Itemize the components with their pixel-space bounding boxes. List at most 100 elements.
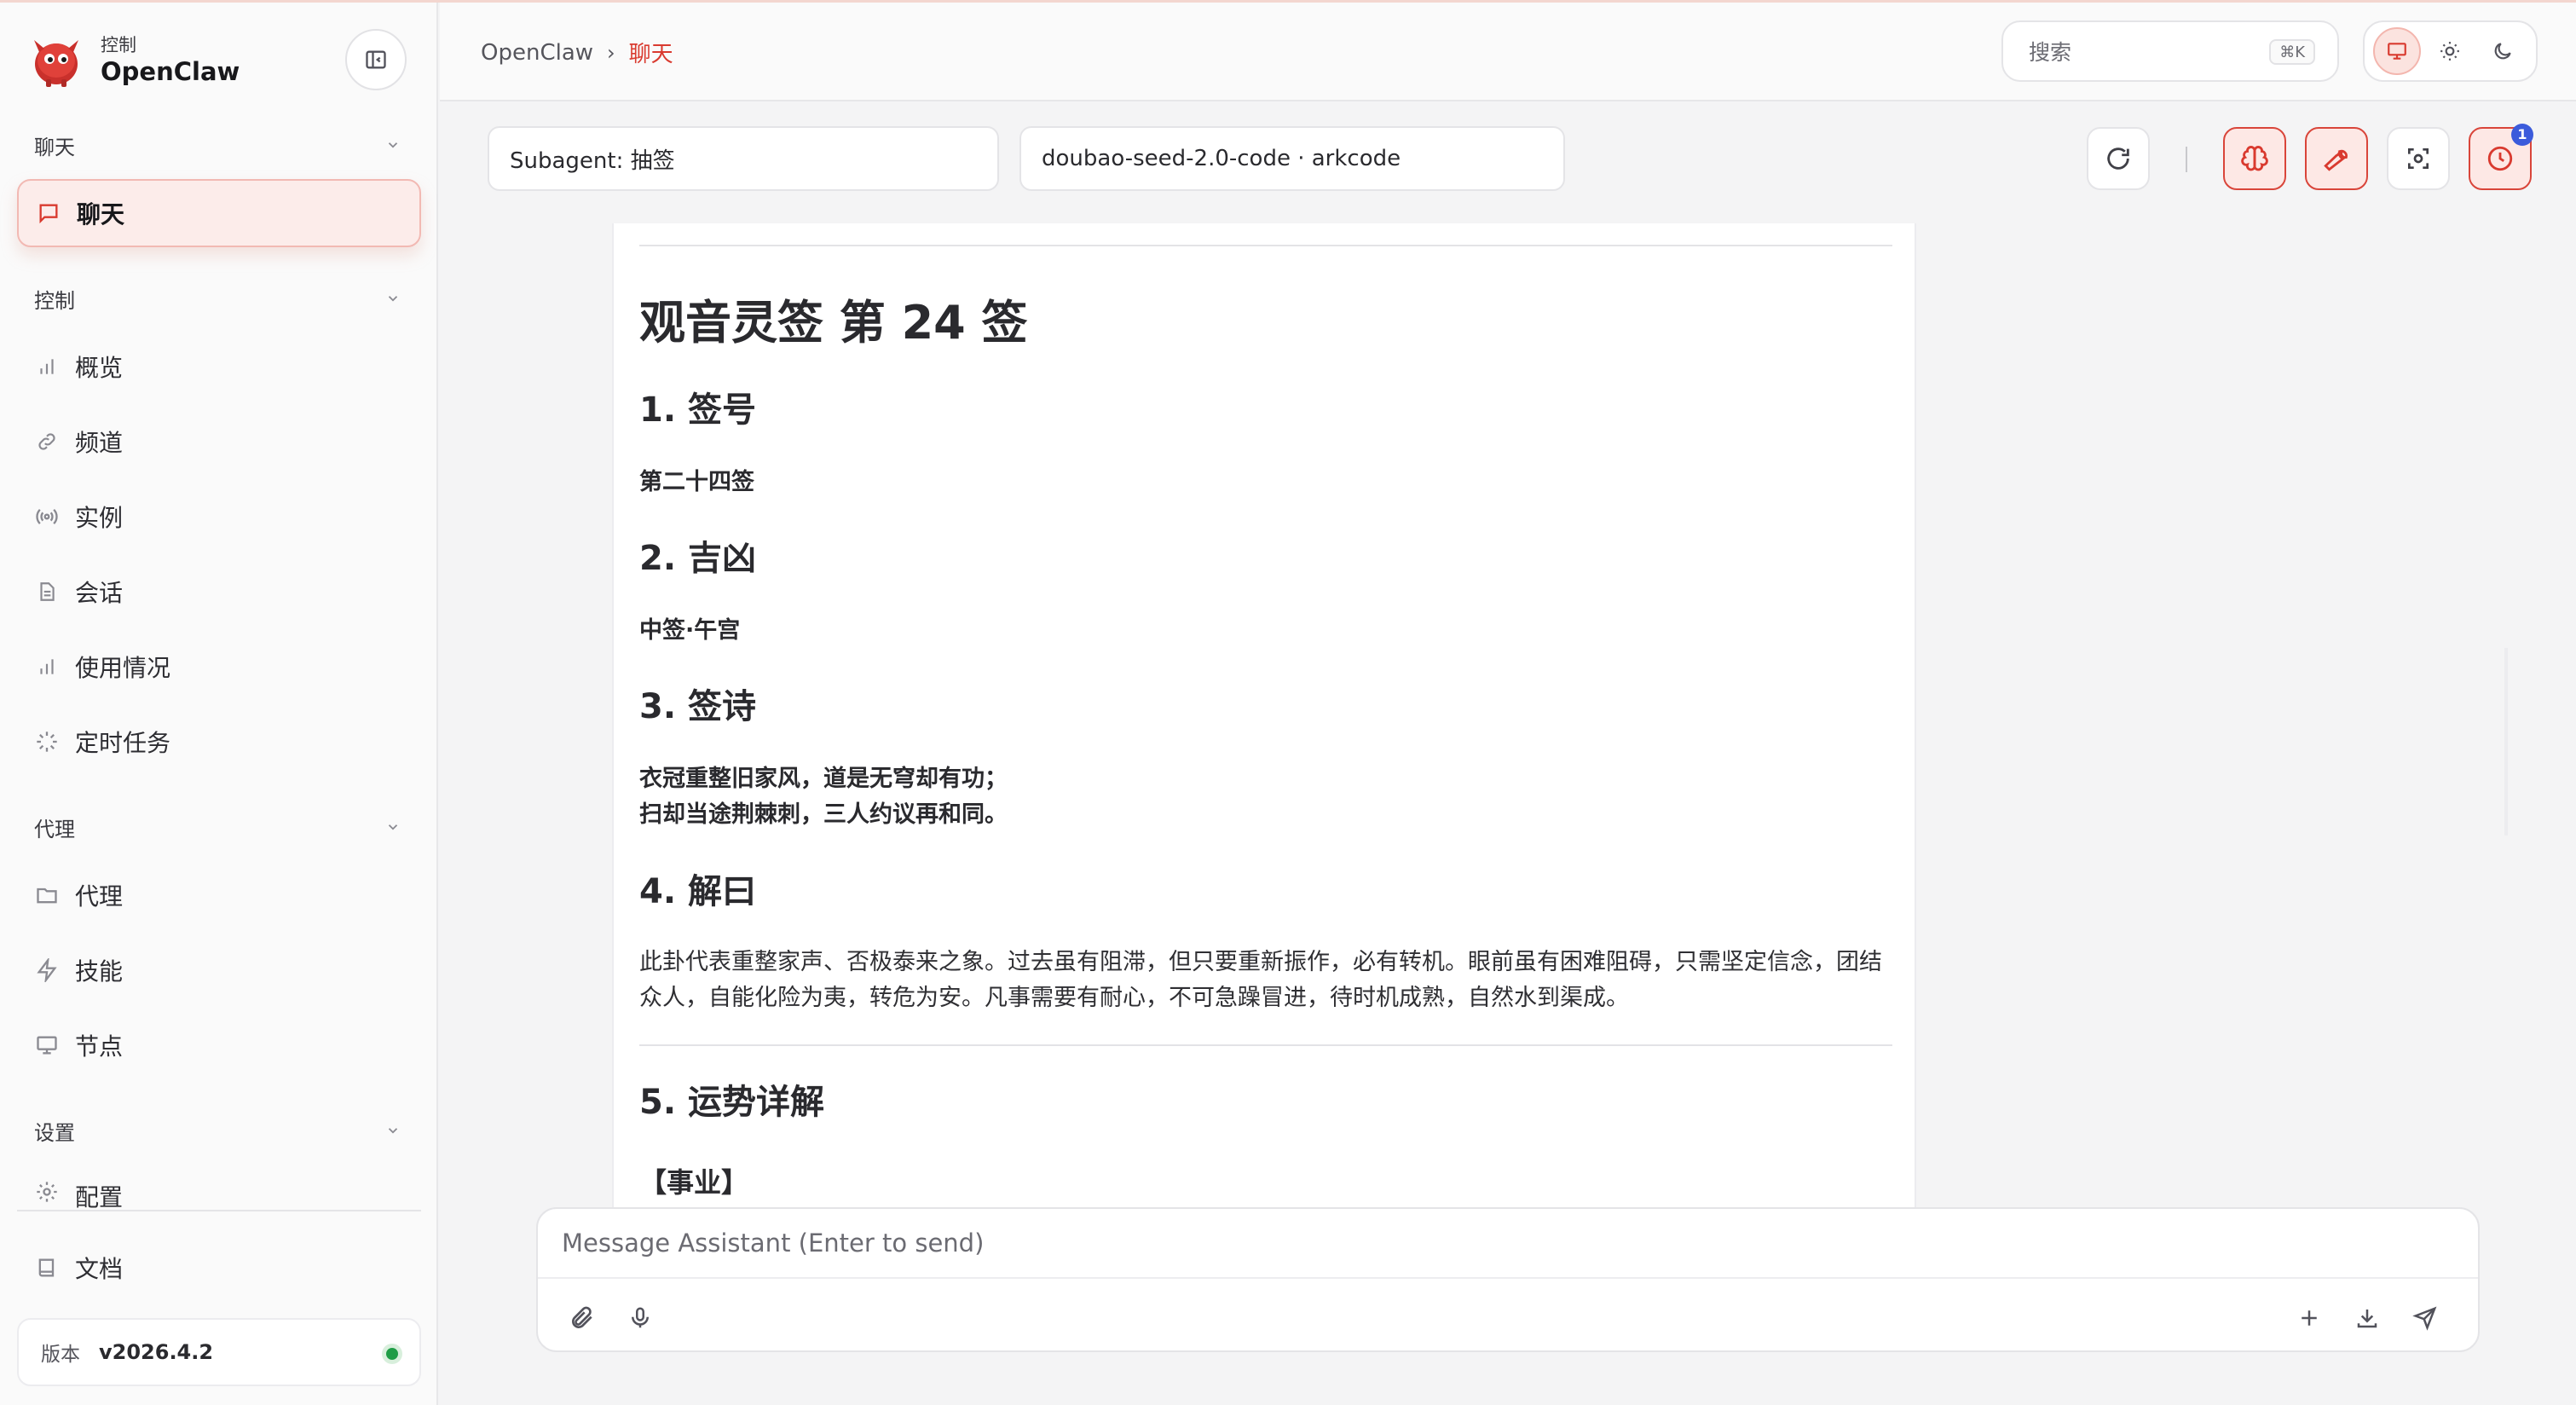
sidebar-item-label: 实例 <box>75 504 124 532</box>
refresh-icon <box>2107 147 2129 170</box>
sidebar-item-instances[interactable]: 实例 <box>17 483 421 551</box>
sidebar-item-usage[interactable]: 使用情况 <box>17 633 421 701</box>
microphone-icon <box>632 1307 649 1328</box>
focus-mode-button[interactable] <box>2387 127 2450 190</box>
agent-selector-value: Subagent: 抽签 <box>510 147 675 174</box>
wrench-icon <box>2324 149 2348 171</box>
model-selector-value: doubao-seed-2.0-code · arkcode <box>1042 146 1401 171</box>
sidebar-item-label: 会话 <box>75 579 124 607</box>
export-button[interactable] <box>2347 1298 2388 1339</box>
cron-jobs-button[interactable]: 1 <box>2469 124 2533 190</box>
folder-icon <box>34 882 60 908</box>
brand-subtitle: 控制 <box>101 35 136 55</box>
openclaw-logo-icon <box>34 40 78 87</box>
sidebar-item-channels[interactable]: 频道 <box>17 408 421 476</box>
sidebar-item-sessions[interactable]: 会话 <box>17 558 421 626</box>
tools-toggle-button[interactable] <box>2305 127 2368 190</box>
sidebar-item-label: 节点 <box>75 1032 124 1061</box>
sidebar-item-docs[interactable]: 文档 <box>17 1234 421 1302</box>
section-settings[interactable]: 设置 <box>34 1113 401 1148</box>
breadcrumb-separator: › <box>607 40 615 65</box>
breadcrumb-root[interactable]: OpenClaw <box>481 40 593 66</box>
brand[interactable]: 控制 OpenClaw <box>27 28 240 93</box>
sidebar-item-agents[interactable]: 代理 <box>17 861 421 929</box>
refresh-button[interactable] <box>2087 127 2150 190</box>
moon-icon <box>2494 43 2511 60</box>
assistant-message-card: 观音灵签 第 24 签 1. 签号 第二十四签 2. 吉凶 中签·午宫 3. 签… <box>612 223 1916 1209</box>
sidebar-item-nodes[interactable]: 节点 <box>17 1011 421 1079</box>
radio-icon <box>34 504 60 529</box>
gear-icon <box>34 1179 60 1205</box>
theme-light-button[interactable] <box>2426 27 2474 75</box>
topbar: OpenClaw › 聊天 搜索 ⌘K <box>440 3 2576 101</box>
section-heading: 1. 签号 <box>639 390 756 430</box>
subsection-heading: 【事业】 <box>639 1166 749 1199</box>
section-agents[interactable]: 代理 <box>34 810 401 844</box>
link-icon <box>34 429 60 454</box>
thinking-toggle-button[interactable] <box>2223 127 2286 190</box>
scrollbar[interactable] <box>2504 648 2508 835</box>
connection-status-indicator <box>382 1344 402 1364</box>
attach-button[interactable] <box>562 1298 603 1339</box>
sidebar-item-label: 概览 <box>75 354 124 382</box>
sidebar-item-label: 技能 <box>75 957 124 986</box>
sidebar-item-label: 配置 <box>75 1183 124 1211</box>
clock-icon <box>2487 146 2513 171</box>
sidebar-item-label: 频道 <box>75 429 124 457</box>
section-heading: 5. 运势详解 <box>639 1083 824 1122</box>
theme-dark-button[interactable] <box>2479 27 2527 75</box>
section-control[interactable]: 控制 <box>34 281 401 315</box>
message-square-icon <box>36 200 61 226</box>
agent-selector[interactable]: Subagent: 抽签 <box>488 126 999 191</box>
section-title: 设置 <box>34 1120 75 1145</box>
section-body: 中签·午宫 <box>639 617 741 644</box>
sidebar-item-chat[interactable]: 聊天 <box>17 179 421 247</box>
sun-icon <box>2440 42 2459 61</box>
theme-system-button[interactable] <box>2373 27 2421 75</box>
bar-chart-icon <box>34 354 60 379</box>
section-title: 聊天 <box>34 135 75 159</box>
sidebar: 控制 OpenClaw 聊天 聊天 控制 概览 频道 实例 会话 使用情况 定时… <box>0 3 438 1405</box>
sidebar-item-cron[interactable]: 定时任务 <box>17 708 421 776</box>
book-icon <box>34 1255 60 1281</box>
message-input[interactable]: Message Assistant (Enter to send) <box>538 1209 2478 1279</box>
voice-input-button[interactable] <box>620 1298 661 1339</box>
chevron-down-icon <box>388 142 398 148</box>
theme-switcher <box>2363 20 2538 82</box>
section-title: 代理 <box>34 817 75 841</box>
sidebar-item-skills[interactable]: 技能 <box>17 936 421 1004</box>
search-input[interactable]: 搜索 ⌘K <box>2001 20 2339 82</box>
sidebar-item-config[interactable]: 配置 <box>17 1165 421 1211</box>
section-heading: 4. 解曰 <box>639 872 756 911</box>
paperclip-icon <box>572 1306 592 1328</box>
version-info: 版本 v2026.4.2 <box>17 1318 421 1386</box>
monitor-icon <box>34 1032 60 1058</box>
app-root: 控制 OpenClaw 聊天 聊天 控制 概览 频道 实例 会话 使用情况 定时… <box>0 0 2576 1405</box>
search-placeholder: 搜索 <box>2029 40 2072 65</box>
send-button[interactable] <box>2405 1298 2446 1339</box>
section-title: 控制 <box>34 288 75 313</box>
chevron-down-icon <box>388 296 398 302</box>
sidebar-item-label: 定时任务 <box>75 729 171 757</box>
zap-icon <box>34 957 60 983</box>
monitor-icon <box>2388 43 2406 60</box>
loader-icon <box>34 729 60 755</box>
download-icon <box>2357 1310 2377 1328</box>
toolbar-divider <box>2186 147 2187 172</box>
brand-name: OpenClaw <box>101 57 240 86</box>
section-chat[interactable]: 聊天 <box>34 128 401 162</box>
breadcrumb: OpenClaw › 聊天 <box>481 37 673 68</box>
file-text-icon <box>34 579 60 604</box>
sidebar-divider <box>17 1210 421 1211</box>
sidebar-item-overview[interactable]: 概览 <box>17 332 421 401</box>
notification-badge: 1 <box>2511 124 2533 146</box>
new-session-button[interactable] <box>2289 1298 2330 1339</box>
model-selector[interactable]: doubao-seed-2.0-code · arkcode <box>1019 126 1565 191</box>
section-heading: 3. 签诗 <box>639 687 756 726</box>
collapse-sidebar-button[interactable] <box>345 29 407 90</box>
sidebar-item-label: 使用情况 <box>75 654 171 682</box>
chevron-down-icon <box>388 1128 398 1134</box>
message-composer: Message Assistant (Enter to send) <box>536 1207 2480 1352</box>
divider <box>639 1044 1892 1046</box>
search-shortcut-badge: ⌘K <box>2269 39 2315 65</box>
